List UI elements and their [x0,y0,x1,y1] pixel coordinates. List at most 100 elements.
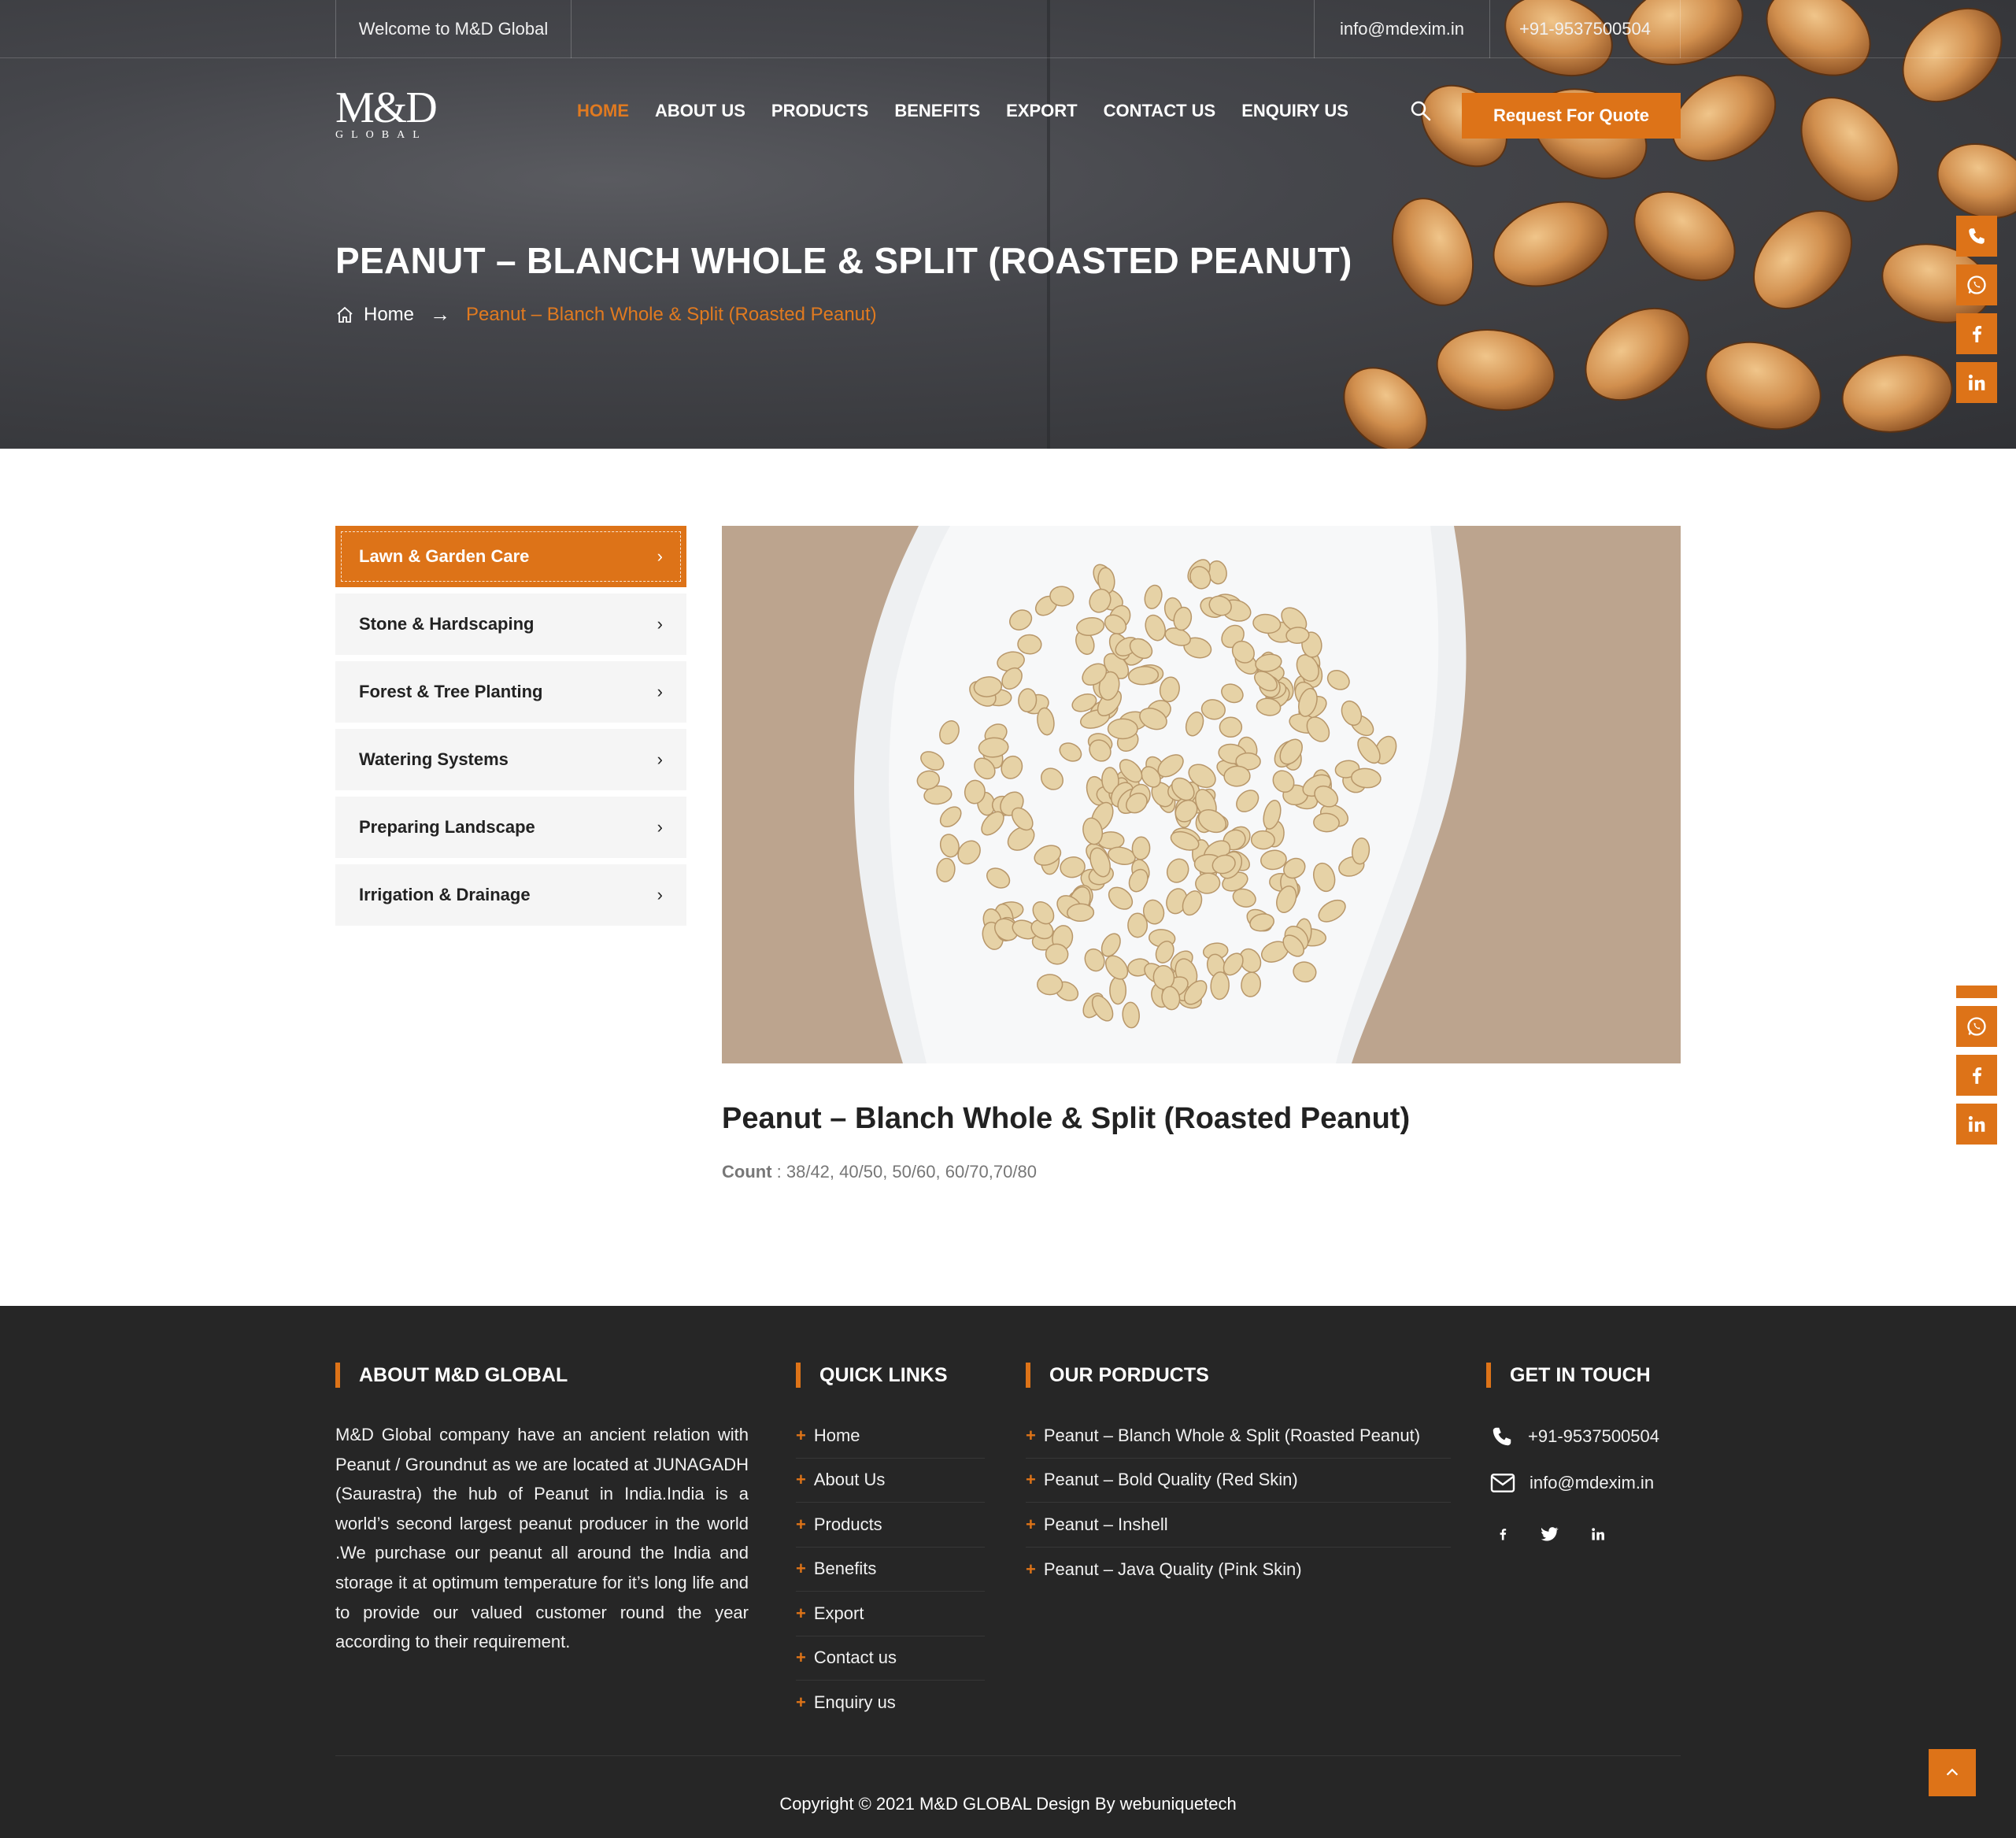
sidebar-item-irrigation-drainage[interactable]: Irrigation & Drainage › [335,864,686,926]
footer-product-blanch[interactable]: + Peanut – Blanch Whole & Split (Roasted … [1026,1414,1451,1459]
home-icon [337,306,353,323]
footer-links-heading: QUICK LINKS [796,1363,948,1388]
peanut-kernel [1131,836,1151,860]
footer-social [1496,1526,1606,1542]
main-nav: HOME ABOUT US PRODUCTS BENEFITS EXPORT C… [577,101,1374,121]
footer-link-export[interactable]: + Export [796,1592,985,1636]
sidebar-item-watering-systems[interactable]: Watering Systems › [335,729,686,790]
footer-link-benefits[interactable]: + Benefits [796,1548,985,1592]
page-title: PEANUT – BLANCH WHOLE & SPLIT (ROASTED P… [335,240,1352,281]
chevron-right-icon: › [657,817,663,837]
footer-about-text: M&D Global company have an ancient relat… [335,1425,749,1652]
nav-about-us[interactable]: ABOUT US [655,101,745,121]
linkedin-icon[interactable] [1956,1104,1997,1145]
footer-link-about-us[interactable]: + About Us [796,1459,985,1503]
nav-benefits[interactable]: BENEFITS [894,101,980,121]
peanut-kernel [1250,830,1275,850]
plus-icon: + [796,1470,806,1490]
envelope-icon [1490,1474,1515,1492]
peanut-kernel [1219,716,1243,738]
footer-products-list: + Peanut – Blanch Whole & Split (Roasted … [1026,1414,1451,1592]
plus-icon: + [796,1603,806,1623]
facebook-icon[interactable] [1496,1526,1510,1542]
footer-phone[interactable]: +91-9537500504 [1490,1425,1659,1448]
plus-icon: + [1026,1514,1036,1534]
breadcrumb-arrow-icon: → [430,302,451,326]
phone-icon[interactable] [1956,986,1997,998]
chevron-right-icon: › [657,749,663,769]
breadcrumb: Home → Peanut – Blanch Whole & Split (Ro… [335,302,877,327]
search-icon[interactable] [1409,99,1433,123]
footer-divider [335,1755,1681,1756]
site-footer: ABOUT M&D GLOBAL M&D Global company have… [0,1306,2016,1838]
chevron-right-icon: › [657,682,663,701]
welcome-text: Welcome to M&D Global [335,0,572,58]
product-title: Peanut – Blanch Whole & Split (Roasted P… [722,1102,1411,1135]
blanched-peanuts-plate-image [722,526,1681,1063]
phone-icon[interactable] [1956,216,1997,257]
hero-banner: Welcome to M&D Global info@mdexim.in +91… [0,0,2016,449]
peanut-kernel [1285,627,1310,644]
plus-icon: + [796,1648,806,1668]
chevron-right-icon: › [657,885,663,904]
sidebar-item-lawn-garden-care[interactable]: Lawn & Garden Care › [335,526,686,587]
count-label: Count [722,1162,772,1182]
footer-contact-heading: GET IN TOUCH [1486,1363,1651,1388]
floating-social-top [1956,216,1997,411]
peanut-kernel [1037,974,1063,996]
facebook-icon[interactable] [1956,313,1997,354]
whatsapp-icon[interactable] [1956,1006,1997,1047]
top-email-link[interactable]: info@mdexim.in [1314,0,1490,58]
sidebar-item-stone-hardscaping[interactable]: Stone & Hardscaping › [335,594,686,655]
top-bar: Welcome to M&D Global info@mdexim.in +91… [0,0,2016,58]
chevron-right-icon: › [657,546,663,566]
breadcrumb-home-link[interactable]: Home [364,304,414,326]
phone-icon [1493,1427,1511,1446]
plus-icon: + [796,1425,806,1445]
linkedin-icon[interactable] [1956,362,1997,403]
twitter-icon[interactable] [1541,1526,1559,1542]
peanut-kernel [1067,903,1095,923]
product-image [722,526,1681,1063]
plus-icon: + [796,1692,806,1713]
product-count: Count : 38/42, 40/50, 50/60, 60/70,70/80 [722,1162,1037,1182]
top-phone-link[interactable]: +91-9537500504 [1490,0,1681,58]
peanuts-background-image [1343,0,2016,449]
peanut-kernel [1107,718,1138,740]
footer-link-contact-us[interactable]: + Contact us [796,1636,985,1681]
site-logo[interactable]: M&D GLOBAL [335,86,438,142]
category-sidebar: Lawn & Garden Care › Stone & Hardscaping ›… [335,526,686,932]
sidebar-item-forest-tree-planting[interactable]: Forest & Tree Planting › [335,661,686,723]
plus-icon: + [1026,1470,1036,1490]
footer-product-java[interactable]: + Peanut – Java Quality (Pink Skin) [1026,1548,1451,1592]
plus-icon: + [796,1559,806,1579]
count-value: : 38/42, 40/50, 50/60, 60/70,70/80 [771,1162,1037,1182]
footer-link-products[interactable]: + Products [796,1503,985,1548]
chevron-up-icon [1946,1768,1959,1776]
breadcrumb-current: Peanut – Blanch Whole & Split (Roasted P… [466,303,877,325]
background-texture [1047,0,1050,449]
floating-social-middle [1956,986,1997,1154]
plus-icon: + [796,1514,806,1534]
sidebar-item-preparing-landscape[interactable]: Preparing Landscape › [335,797,686,858]
footer-link-home[interactable]: + Home [796,1414,985,1459]
chevron-right-icon: › [657,614,663,634]
whatsapp-icon[interactable] [1956,264,1997,305]
nav-products[interactable]: PRODUCTS [771,101,868,121]
footer-product-inshell[interactable]: + Peanut – Inshell [1026,1503,1451,1548]
request-quote-button[interactable]: Request For Quote [1462,93,1681,139]
nav-enquiry-us[interactable]: ENQUIRY US [1241,101,1348,121]
footer-about-heading: ABOUT M&D GLOBAL [335,1363,568,1388]
plus-icon: + [1026,1425,1036,1445]
nav-contact-us[interactable]: CONTACT US [1104,101,1216,121]
facebook-icon[interactable] [1956,1055,1997,1096]
copyright-text: Copyright © 2021 M&D GLOBAL Design By we… [779,1794,1237,1814]
linkedin-icon[interactable] [1590,1526,1606,1542]
footer-product-bold[interactable]: + Peanut – Bold Quality (Red Skin) [1026,1459,1451,1503]
footer-link-enquiry-us[interactable]: + Enquiry us [796,1681,985,1725]
nav-export[interactable]: EXPORT [1006,101,1077,121]
scroll-to-top-button[interactable] [1929,1749,1976,1796]
peanut-kernel [1017,634,1042,655]
footer-email[interactable]: info@mdexim.in [1490,1471,1654,1495]
nav-home[interactable]: HOME [577,101,629,121]
